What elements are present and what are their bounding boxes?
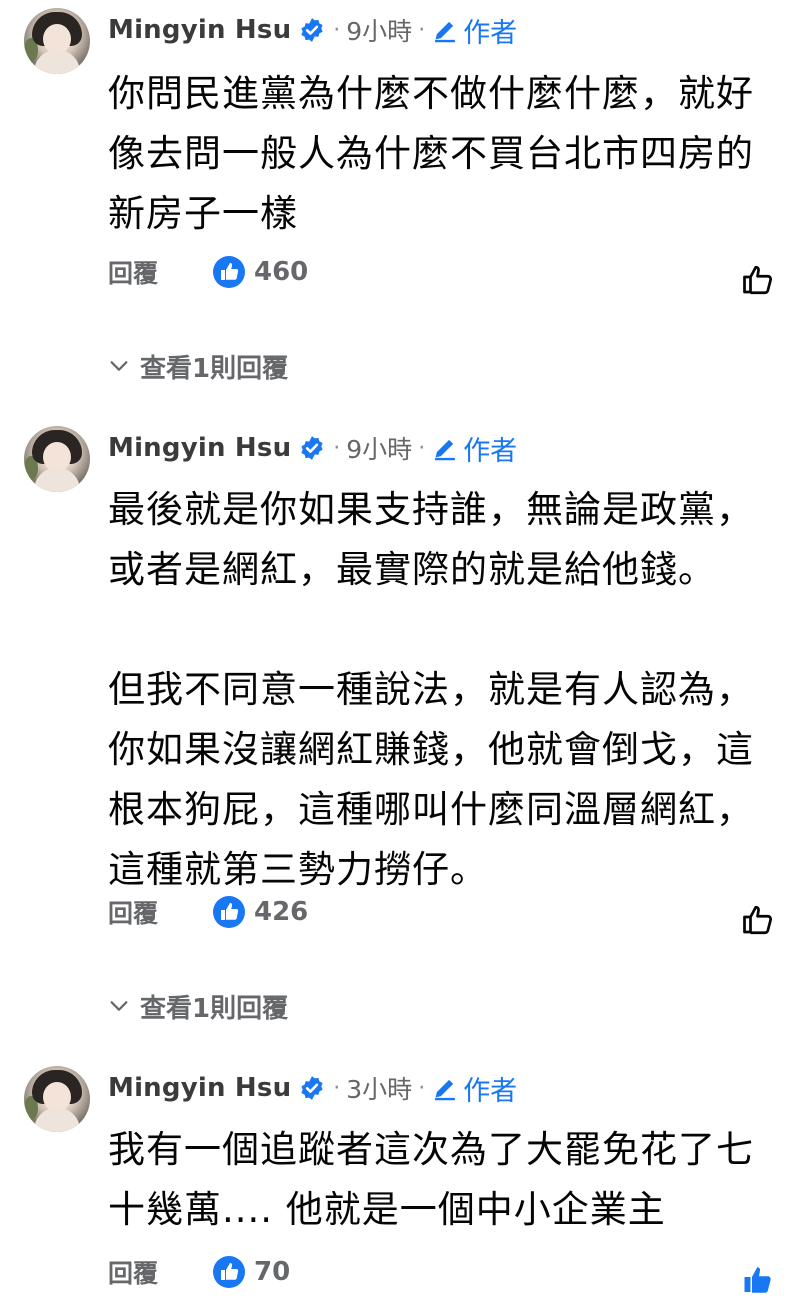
- comment-header: Mingyin Hsu · 3小時 · 作者: [108, 1069, 517, 1108]
- verified-badge-icon: [299, 17, 325, 43]
- pencil-icon: [435, 1079, 456, 1101]
- like-button[interactable]: [738, 260, 778, 300]
- separator-dot: ·: [333, 1075, 341, 1101]
- avatar[interactable]: [24, 426, 90, 492]
- comment-header: Mingyin Hsu · 9小時 · 作者: [108, 429, 517, 468]
- avatar[interactable]: [24, 1066, 90, 1132]
- separator-dot: ·: [418, 17, 426, 43]
- verified-badge-icon: [299, 1075, 325, 1101]
- avatar[interactable]: [24, 8, 90, 74]
- like-count: 426: [254, 897, 309, 927]
- author-badge-label: 作者: [463, 17, 518, 49]
- view-replies-button[interactable]: 查看1則回覆: [108, 346, 288, 386]
- like-button[interactable]: [738, 1260, 778, 1300]
- thumbs-up-reaction-icon: [213, 256, 245, 288]
- author-badge-label: 作者: [463, 1075, 518, 1107]
- timestamp[interactable]: 9小時: [346, 430, 412, 466]
- view-replies-button[interactable]: 查看1則回覆: [108, 986, 288, 1026]
- like-button[interactable]: [738, 900, 778, 940]
- comment-text: 你問民進黨為什麼不做什麼什麼，就好 像去問一般人為什麼不買台北市四房的 新房子一…: [108, 72, 754, 235]
- like-count: 460: [254, 257, 309, 287]
- author-badge: 作者: [431, 429, 517, 468]
- comment-actions: 回覆 70: [108, 1252, 290, 1292]
- thumbs-up-reaction-icon: [213, 896, 245, 928]
- comment-actions: 回覆 460: [108, 252, 308, 292]
- timestamp[interactable]: 3小時: [346, 1070, 412, 1106]
- separator-dot: ·: [418, 1075, 426, 1101]
- like-count: 70: [254, 1257, 291, 1287]
- view-replies-label: 查看1則回覆: [140, 353, 289, 384]
- thumbs-up-reaction-icon: [213, 1256, 245, 1288]
- timestamp[interactable]: 9小時: [346, 12, 412, 48]
- comment-text: 我有一個追蹤者這次為了大罷免花了七 十幾萬.... 他就是一個中小企業主: [108, 1128, 754, 1231]
- author-badge: 作者: [431, 1069, 517, 1108]
- chevron-down-icon: [110, 361, 128, 371]
- separator-dot: ·: [333, 435, 341, 461]
- reply-button[interactable]: 回覆: [108, 894, 208, 930]
- pencil-icon: [435, 439, 456, 461]
- author-name[interactable]: Mingyin Hsu: [108, 15, 291, 45]
- thumbs-up-outline-icon: [743, 265, 773, 295]
- comment-actions: 回覆 426: [108, 892, 308, 932]
- author-badge-label: 作者: [463, 435, 518, 467]
- chevron-down-icon: [110, 1001, 128, 1011]
- pencil-icon: [435, 21, 456, 43]
- author-name[interactable]: Mingyin Hsu: [108, 1073, 291, 1103]
- separator-dot: ·: [333, 17, 341, 43]
- thumbs-up-filled-icon: [744, 1267, 771, 1293]
- reply-button[interactable]: 回覆: [108, 1254, 208, 1290]
- reply-button[interactable]: 回覆: [108, 254, 208, 290]
- comment-header: Mingyin Hsu · 9小時 · 作者: [108, 11, 517, 50]
- thumbs-up-outline-icon: [743, 905, 773, 935]
- verified-badge-icon: [299, 435, 325, 461]
- reaction-count[interactable]: 460: [212, 255, 308, 289]
- reaction-count[interactable]: 426: [212, 895, 308, 929]
- author-name[interactable]: Mingyin Hsu: [108, 433, 291, 463]
- author-badge: 作者: [431, 11, 517, 50]
- reaction-count[interactable]: 70: [212, 1255, 290, 1289]
- separator-dot: ·: [418, 435, 426, 461]
- view-replies-label: 查看1則回覆: [140, 993, 289, 1024]
- comment-text: 最後就是你如果支持誰，無論是政黨， 或者是網紅，最實際的就是給他錢。 但我不同意…: [108, 488, 754, 891]
